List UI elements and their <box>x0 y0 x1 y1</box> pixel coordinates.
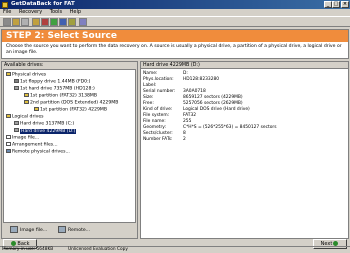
folder-icon <box>6 114 11 118</box>
app-icon <box>2 1 8 8</box>
folder-icon <box>6 72 11 76</box>
prop-row: Number FATs: 2 <box>143 137 186 142</box>
menu-file[interactable]: File <box>3 9 11 15</box>
tree-partition-2[interactable]: 2nd partition (DOS Extended) 4229MB <box>24 100 118 106</box>
harddrive-icon <box>14 121 19 125</box>
maximize-button[interactable]: □ <box>332 1 340 8</box>
tree-logical-drives[interactable]: Logical drives <box>6 114 44 120</box>
available-drives-label: Available drives: <box>4 63 44 68</box>
tree-drive-d[interactable]: Hard drive 4229MB (D:) <box>14 128 77 134</box>
tree-partition-2-1[interactable]: 1st partition (FAT32) 4229MB <box>34 107 107 113</box>
menu-help[interactable]: Help <box>70 9 81 15</box>
menu-tools[interactable]: Tools <box>50 9 62 15</box>
partition-icon <box>24 93 29 97</box>
menu-recovery[interactable]: Recovery <box>19 9 42 15</box>
tree-remote-drives[interactable]: Remote physical drives... <box>6 149 70 155</box>
tree-drive-c[interactable]: Hard drive 3137MB (C:) <box>14 121 74 127</box>
help-icon[interactable] <box>79 18 87 26</box>
drive-panel: Available drives: Physical drives 1st fl… <box>1 61 138 239</box>
harddrive-icon <box>14 86 19 90</box>
memory-status: Memory in use: 5648KB <box>2 247 54 252</box>
partition-icon <box>24 100 29 104</box>
drive-properties: Hard drive 4229MB (D:) Name: D: Phys.loca… <box>140 61 349 239</box>
menu-bar: File Recovery Tools Help <box>0 9 350 16</box>
partition-icon <box>34 107 39 111</box>
toolbar <box>0 16 350 27</box>
step-title: STEP 2: Select Source <box>2 30 348 42</box>
tree-partition-1[interactable]: 1st partition (FAT32) 3138MB <box>24 93 97 99</box>
license-status: Unlicensed Evaluation Copy <box>68 247 128 252</box>
tree-image-file[interactable]: Image file... <box>6 135 39 141</box>
close-button[interactable]: × <box>341 1 349 8</box>
settings-icon[interactable] <box>68 18 76 26</box>
title-bar: GetDataBack for FAT _ □ × <box>0 0 350 9</box>
step3-icon[interactable] <box>50 18 58 26</box>
open-icon[interactable] <box>3 18 11 26</box>
tree-hard-drive-1[interactable]: 1st hard drive 7357MB (HD128:) <box>14 86 95 92</box>
floppy-icon <box>14 79 19 83</box>
monitor-icon <box>6 149 11 153</box>
step4-icon[interactable] <box>59 18 67 26</box>
tree-arrangement-files[interactable]: Arrangement files... <box>6 142 58 148</box>
properties-header: Hard drive 4229MB (D:) <box>141 62 348 69</box>
network-icon <box>58 226 66 233</box>
save-icon[interactable] <box>21 18 29 26</box>
step1-icon[interactable] <box>32 18 40 26</box>
image-file-button[interactable]: Image file... <box>10 226 47 236</box>
harddrive-icon <box>14 128 19 132</box>
folder-icon[interactable] <box>12 18 20 26</box>
tree-floppy-drive[interactable]: 1st floppy drive 1.44MB (FD0:) <box>14 79 90 85</box>
image-file-icon <box>10 226 18 233</box>
arrangement-icon <box>6 142 11 146</box>
step-banner: STEP 2: Select Source Choose the source … <box>1 29 349 59</box>
tree-physical-drives[interactable]: Physical drives <box>6 72 46 78</box>
window-title: GetDataBack for FAT <box>11 1 75 7</box>
step2-icon[interactable] <box>41 18 49 26</box>
image-file-icon <box>6 135 11 139</box>
remote-button[interactable]: Remote... <box>58 226 90 236</box>
minimize-button[interactable]: _ <box>324 1 332 8</box>
step-description: Choose the source you want to perform th… <box>6 44 342 55</box>
drive-tree: Physical drives 1st floppy drive 1.44MB … <box>3 69 136 223</box>
